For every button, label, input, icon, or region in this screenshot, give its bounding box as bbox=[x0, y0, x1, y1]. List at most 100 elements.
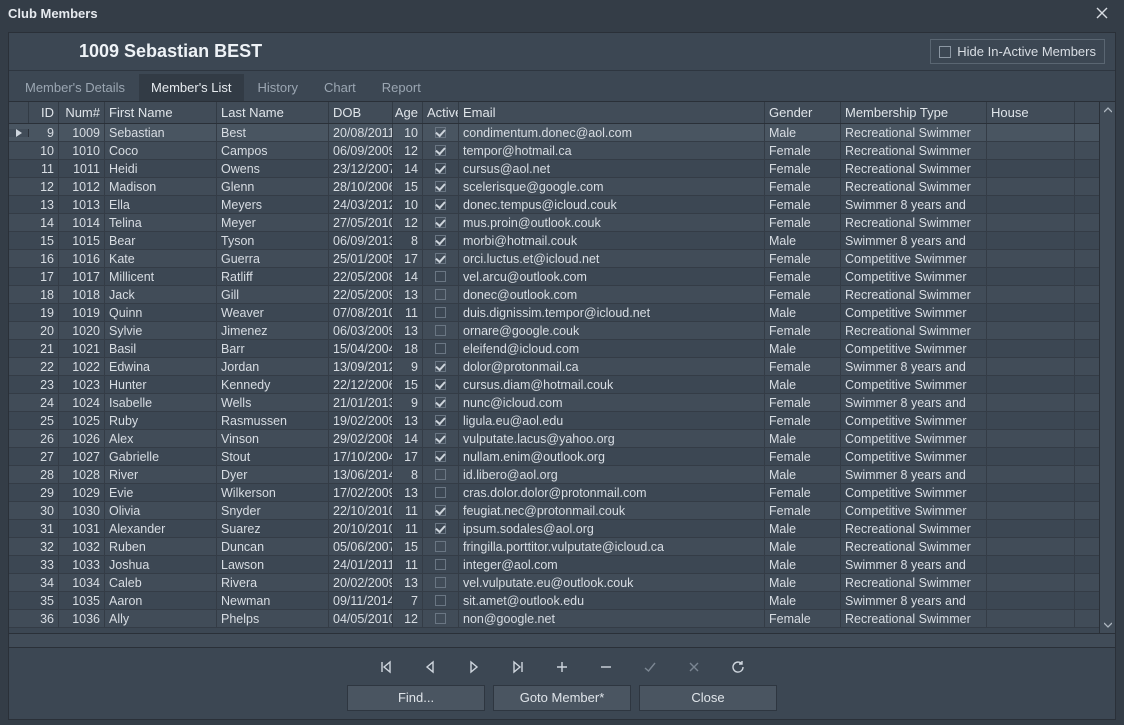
cell-active[interactable] bbox=[423, 430, 459, 447]
table-row[interactable]: 141014TelinaMeyer27/05/201012mus.proin@o… bbox=[9, 214, 1099, 232]
cell-first-name: Basil bbox=[105, 340, 217, 357]
table-row[interactable]: 201020SylvieJimenez06/03/200913ornare@go… bbox=[9, 322, 1099, 340]
cell-age: 14 bbox=[393, 430, 423, 447]
cell-active[interactable] bbox=[423, 214, 459, 231]
table-row[interactable]: 271027GabrielleStout17/10/200417nullam.e… bbox=[9, 448, 1099, 466]
cell-active[interactable] bbox=[423, 610, 459, 627]
tab-report[interactable]: Report bbox=[370, 74, 433, 101]
plus-icon bbox=[555, 660, 569, 674]
close-button[interactable]: Close bbox=[639, 685, 777, 711]
tab-chart[interactable]: Chart bbox=[312, 74, 368, 101]
table-row[interactable]: 151015BearTyson06/09/20138morbi@hotmail.… bbox=[9, 232, 1099, 250]
tab-history[interactable]: History bbox=[246, 74, 310, 101]
col-house[interactable]: House bbox=[987, 102, 1075, 123]
cell-active[interactable] bbox=[423, 502, 459, 519]
col-email[interactable]: Email bbox=[459, 102, 765, 123]
find-button[interactable]: Find... bbox=[347, 685, 485, 711]
hide-inactive-checkbox[interactable]: Hide In-Active Members bbox=[930, 39, 1105, 64]
col-active[interactable]: Active bbox=[423, 102, 459, 123]
table-row[interactable]: 251025RubyRasmussen19/02/200913ligula.eu… bbox=[9, 412, 1099, 430]
cell-active[interactable] bbox=[423, 376, 459, 393]
table-row[interactable]: 131013EllaMeyers24/03/201210donec.tempus… bbox=[9, 196, 1099, 214]
cell-active[interactable] bbox=[423, 250, 459, 267]
nav-last-button[interactable] bbox=[508, 657, 528, 677]
window-close-button[interactable] bbox=[1088, 2, 1116, 24]
cell-active[interactable] bbox=[423, 412, 459, 429]
table-row[interactable]: 211021BasilBarr15/04/200418eleifend@iclo… bbox=[9, 340, 1099, 358]
nav-delete-button[interactable] bbox=[596, 657, 616, 677]
table-row[interactable]: 221022EdwinaJordan13/09/20129dolor@proto… bbox=[9, 358, 1099, 376]
cell-active[interactable] bbox=[423, 142, 459, 159]
table-row[interactable]: 301030OliviaSnyder22/10/201011feugiat.ne… bbox=[9, 502, 1099, 520]
nav-cancel-button[interactable] bbox=[684, 657, 704, 677]
cell-active[interactable] bbox=[423, 304, 459, 321]
table-row[interactable]: 91009SebastianBest20/08/201110condimentu… bbox=[9, 124, 1099, 142]
nav-next-button[interactable] bbox=[464, 657, 484, 677]
cell-active[interactable] bbox=[423, 448, 459, 465]
horizontal-scrollbar[interactable] bbox=[9, 633, 1115, 647]
cell-active[interactable] bbox=[423, 358, 459, 375]
nav-confirm-button[interactable] bbox=[640, 657, 660, 677]
cell-email: donec.tempus@icloud.couk bbox=[459, 196, 765, 213]
cell-active[interactable] bbox=[423, 520, 459, 537]
vertical-scrollbar[interactable] bbox=[1099, 102, 1115, 633]
table-row[interactable]: 161016KateGuerra25/01/200517orci.luctus.… bbox=[9, 250, 1099, 268]
col-last-name[interactable]: Last Name bbox=[217, 102, 329, 123]
cell-active[interactable] bbox=[423, 196, 459, 213]
cell-last-name: Campos bbox=[217, 142, 329, 159]
cell-active[interactable] bbox=[423, 556, 459, 573]
cell-active[interactable] bbox=[423, 160, 459, 177]
cell-active[interactable] bbox=[423, 466, 459, 483]
cell-active[interactable] bbox=[423, 124, 459, 141]
table-row[interactable]: 231023HunterKennedy22/12/200615cursus.di… bbox=[9, 376, 1099, 394]
cell-email: condimentum.donec@aol.com bbox=[459, 124, 765, 141]
table-row[interactable]: 321032RubenDuncan05/06/200715fringilla.p… bbox=[9, 538, 1099, 556]
cell-house bbox=[987, 196, 1075, 213]
col-num[interactable]: Num# bbox=[59, 102, 105, 123]
table-row[interactable]: 111011HeidiOwens23/12/200714cursus@aol.n… bbox=[9, 160, 1099, 178]
cell-active[interactable] bbox=[423, 484, 459, 501]
cell-id: 12 bbox=[29, 178, 59, 195]
tab-member-s-details[interactable]: Member's Details bbox=[13, 74, 137, 101]
cell-active[interactable] bbox=[423, 232, 459, 249]
cell-last-name: Meyers bbox=[217, 196, 329, 213]
col-first-name[interactable]: First Name bbox=[105, 102, 217, 123]
table-row[interactable]: 281028RiverDyer13/06/20148id.libero@aol.… bbox=[9, 466, 1099, 484]
table-row[interactable]: 331033JoshuaLawson24/01/201111integer@ao… bbox=[9, 556, 1099, 574]
col-dob[interactable]: DOB bbox=[329, 102, 393, 123]
tab-member-s-list[interactable]: Member's List bbox=[139, 74, 244, 101]
table-row[interactable]: 241024IsabelleWells21/01/20139nunc@iclou… bbox=[9, 394, 1099, 412]
cell-active[interactable] bbox=[423, 268, 459, 285]
table-row[interactable]: 171017MillicentRatliff22/05/200814vel.ar… bbox=[9, 268, 1099, 286]
table-row[interactable]: 311031AlexanderSuarez20/10/201011ipsum.s… bbox=[9, 520, 1099, 538]
table-row[interactable]: 101010CocoCampos06/09/200912tempor@hotma… bbox=[9, 142, 1099, 160]
nav-first-button[interactable] bbox=[376, 657, 396, 677]
table-row[interactable]: 181018JackGill22/05/200913donec@outlook.… bbox=[9, 286, 1099, 304]
table-row[interactable]: 191019QuinnWeaver07/08/201011duis.dignis… bbox=[9, 304, 1099, 322]
cell-active[interactable] bbox=[423, 574, 459, 591]
cell-active[interactable] bbox=[423, 592, 459, 609]
table-row[interactable]: 351035AaronNewman09/11/20147sit.amet@out… bbox=[9, 592, 1099, 610]
scroll-up-icon[interactable] bbox=[1102, 104, 1114, 116]
table-row[interactable]: 341034CalebRivera20/02/200913vel.vulputa… bbox=[9, 574, 1099, 592]
cell-active[interactable] bbox=[423, 340, 459, 357]
table-row[interactable]: 261026AlexVinson29/02/200814vulputate.la… bbox=[9, 430, 1099, 448]
table-row[interactable]: 121012MadisonGlenn28/10/200615scelerisqu… bbox=[9, 178, 1099, 196]
cell-active[interactable] bbox=[423, 322, 459, 339]
nav-prev-button[interactable] bbox=[420, 657, 440, 677]
cell-active[interactable] bbox=[423, 286, 459, 303]
cell-dob: 28/10/2006 bbox=[329, 178, 393, 195]
col-id[interactable]: ID bbox=[29, 102, 59, 123]
cell-active[interactable] bbox=[423, 394, 459, 411]
goto-member-button[interactable]: Goto Member* bbox=[493, 685, 631, 711]
table-row[interactable]: 291029EvieWilkerson17/02/200913cras.dolo… bbox=[9, 484, 1099, 502]
cell-active[interactable] bbox=[423, 178, 459, 195]
scroll-down-icon[interactable] bbox=[1102, 619, 1114, 631]
col-age[interactable]: Age bbox=[393, 102, 423, 123]
col-gender[interactable]: Gender bbox=[765, 102, 841, 123]
table-row[interactable]: 361036AllyPhelps04/05/201012non@google.n… bbox=[9, 610, 1099, 628]
col-membership[interactable]: Membership Type bbox=[841, 102, 987, 123]
nav-add-button[interactable] bbox=[552, 657, 572, 677]
nav-refresh-button[interactable] bbox=[728, 657, 748, 677]
cell-active[interactable] bbox=[423, 538, 459, 555]
